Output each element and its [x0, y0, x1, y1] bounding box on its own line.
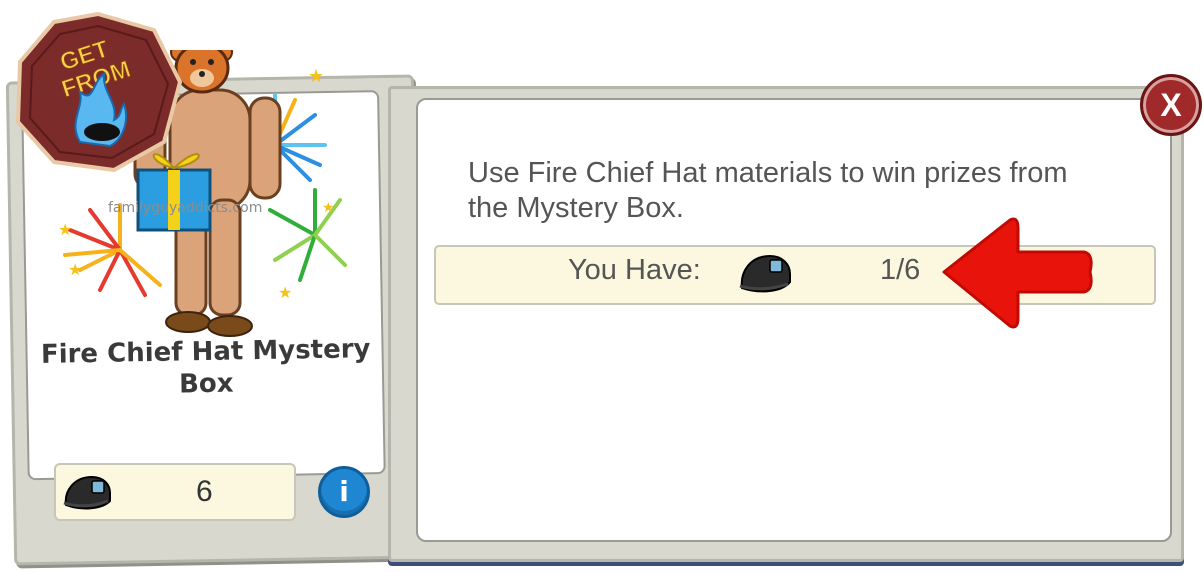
fire-chief-hat-icon	[63, 475, 111, 510]
svg-text:★: ★	[322, 200, 335, 216]
info-button[interactable]: i	[318, 466, 370, 518]
owned-count-box: 6	[54, 463, 296, 521]
item-title: Fire Chief Hat Mystery Box	[40, 334, 371, 400]
watermark: familyguyaddicts.com	[108, 200, 263, 216]
close-button[interactable]: X	[1140, 74, 1202, 136]
info-icon: i	[339, 475, 349, 508]
you-have-value: 1/6	[880, 254, 921, 286]
fire-chief-hat-icon	[739, 254, 791, 293]
get-from-badge: GET FROM	[15, 12, 182, 172]
owned-count: 6	[196, 475, 213, 508]
arrow-left-icon	[942, 217, 1093, 329]
close-icon: X	[1160, 87, 1182, 123]
svg-text:★: ★	[58, 220, 72, 239]
svg-text:★: ★	[68, 260, 82, 279]
svg-text:★: ★	[278, 283, 292, 302]
you-have-label: You Have:	[568, 254, 701, 286]
svg-text:★: ★	[308, 66, 324, 87]
